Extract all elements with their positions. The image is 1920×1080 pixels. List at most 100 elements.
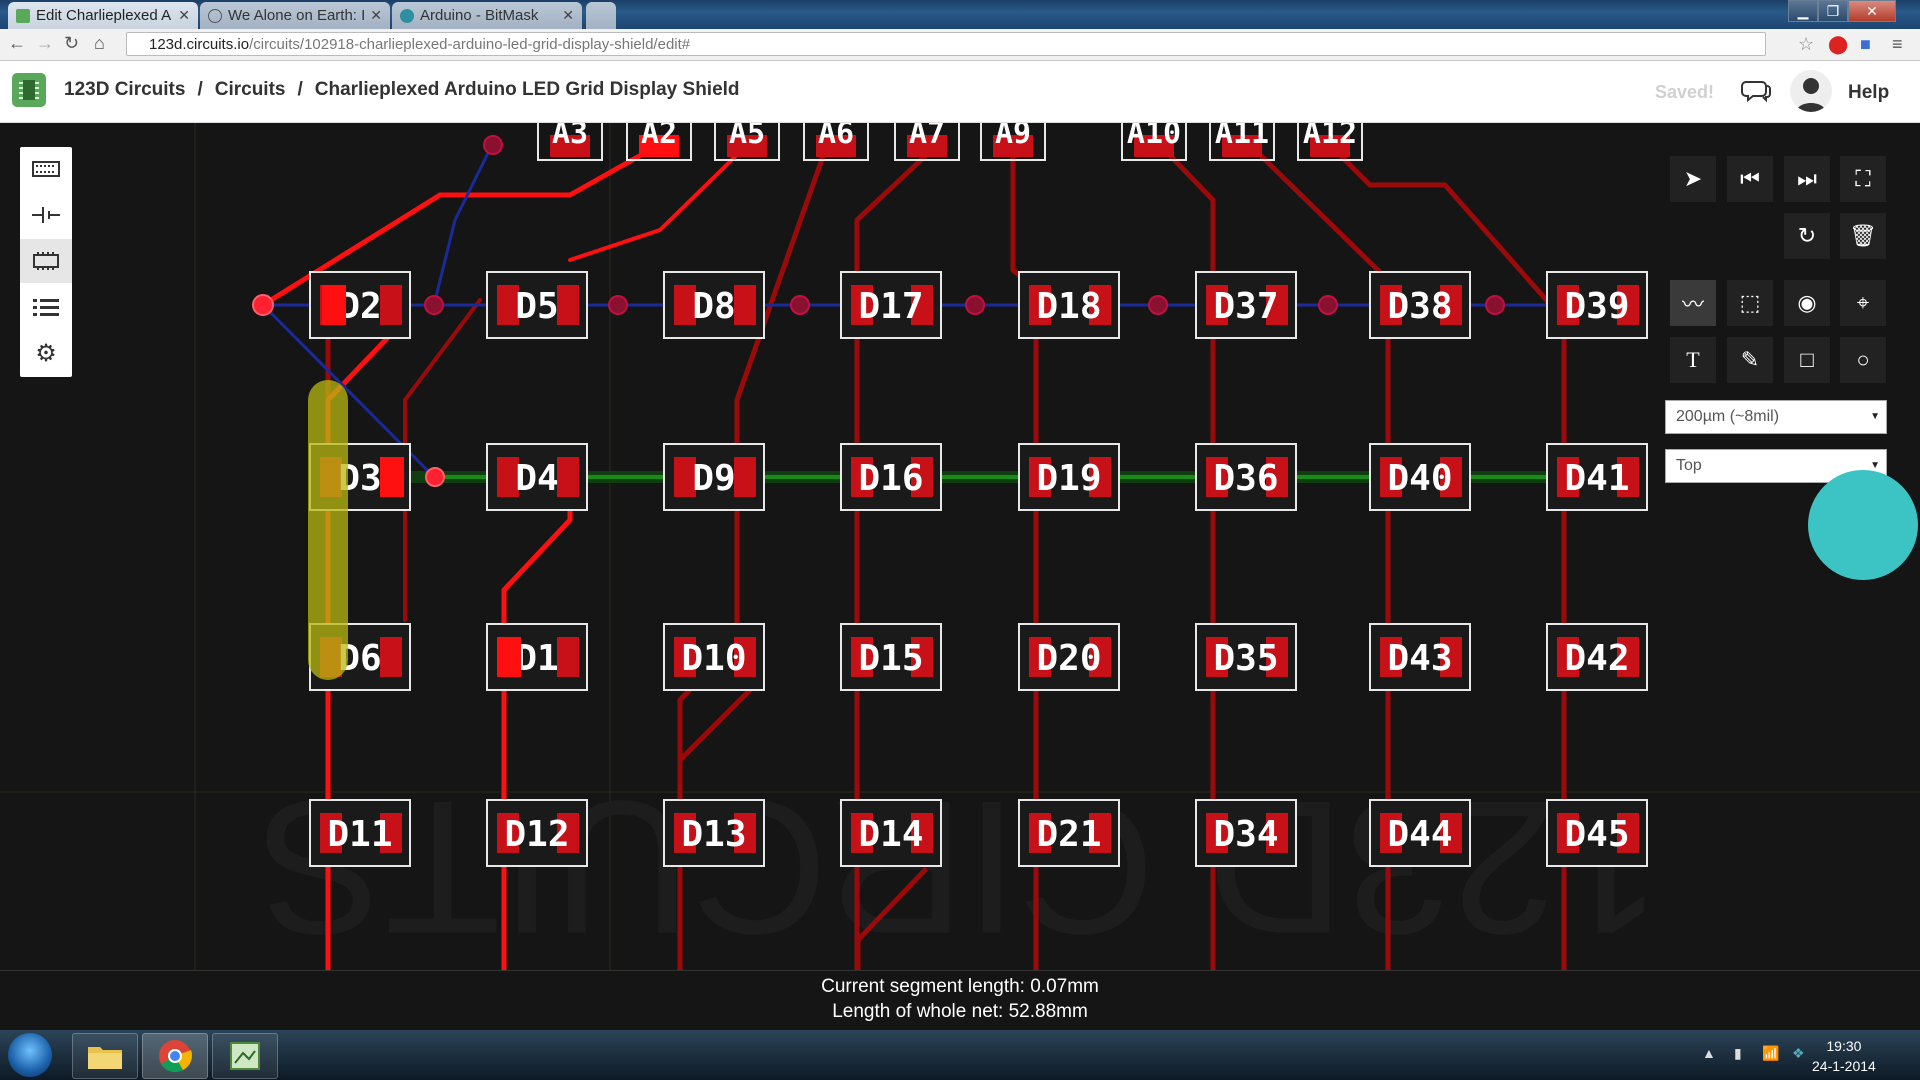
start-button[interactable] [8,1033,52,1077]
save-status: Saved! [1655,82,1715,102]
fit-screen-icon: ⛶ [1855,166,1871,191]
gear-icon: ⚙ [35,339,57,367]
status-bar: Current segment length: 0.07mm Length of… [0,970,1920,1030]
hole-tool-button[interactable]: ⌖ [1840,280,1886,326]
app-taskbar-button[interactable] [212,1033,278,1079]
explorer-taskbar-button[interactable] [72,1033,138,1079]
close-tab-icon[interactable]: ✕ [370,7,382,24]
settings-button[interactable]: ⚙ [20,331,72,375]
header-pin-a10: A10 [1121,122,1187,161]
skip-forward-icon: ⏭ [1797,166,1817,191]
application-icon [230,1042,260,1070]
led-label: D35 [1213,638,1278,679]
system-clock[interactable]: 19:30 24-1-2014 [1812,1036,1876,1076]
trace-width-select[interactable]: 200µm (~8mil) ▼ [1665,400,1887,434]
schematic-view-button[interactable] [20,193,72,237]
adblock-extension-icon[interactable]: ⬤ [1828,34,1848,55]
led-label: D14 [858,814,923,855]
step-forward-button[interactable]: ⏭ [1784,156,1830,202]
delete-button[interactable]: 🗑 [1840,213,1886,259]
comments-icon[interactable] [1740,78,1772,109]
user-avatar[interactable] [1790,70,1832,112]
net-length-text: Length of whole net: 52.88mm [832,1001,1088,1022]
pcb-view-button[interactable] [20,239,72,283]
tray-expand-icon[interactable]: ▲ [1702,1045,1716,1061]
back-arrow-icon[interactable]: ← [8,33,26,54]
browser-toolbar: ← → ↻ ⌂ 123d.circuits.io/circuits/102918… [0,29,1920,61]
close-tab-icon[interactable]: ✕ [178,7,190,24]
maximize-window-icon[interactable]: ❐ [1818,0,1848,22]
fit-to-screen-button[interactable]: ⛶ [1840,156,1886,202]
led-label: D41 [1564,458,1629,499]
via-tool-button[interactable]: ◉ [1784,280,1830,326]
via [483,135,503,155]
pcb-canvas[interactable]: 123D CIRCUITS A3 A2 A5 A6 A7 A9 A10 A11 A12 D2 D5 D… [0,122,1920,970]
route-trace-button[interactable]: 〰 [1670,280,1716,326]
123d-circuits-logo-icon[interactable] [12,73,46,107]
led-label: D38 [1387,286,1452,327]
extension-icon[interactable]: ■ [1860,34,1871,55]
chrome-icon [159,1040,193,1073]
pen-icon: ✎ [1740,347,1760,372]
led-label: D21 [1036,814,1101,855]
led-d8: D8 [663,271,765,339]
trace-icon: 〰 [1681,292,1704,317]
pen-tool-button[interactable]: ✎ [1727,337,1773,383]
led-pad [734,285,756,325]
led-label: D42 [1564,638,1629,679]
chrome-taskbar-button[interactable] [142,1033,208,1079]
forward-arrow-icon[interactable]: → [36,33,54,54]
tab-we-alone[interactable]: We Alone on Earth: I ✕ [200,2,390,29]
battery-icon[interactable]: ▮ [1734,1045,1742,1062]
chrome-menu-icon[interactable]: ≡ [1892,34,1903,55]
via [425,467,445,487]
pin-label: A2 [641,122,677,151]
rectangle-tool-button[interactable]: □ [1784,337,1830,383]
select-tool-button[interactable]: ➤ [1670,156,1716,202]
network-icon[interactable]: 📶 [1762,1045,1779,1062]
via-icon: ◉ [1797,290,1817,315]
pcb-board[interactable]: 123D CIRCUITS A3 A2 A5 A6 A7 A9 A10 A11 A12D2 D5 D… [0,122,1920,970]
reload-icon[interactable]: ↻ [64,33,79,54]
bookmark-star-icon[interactable]: ☆ [1798,34,1814,55]
led-d16: D16 [840,443,942,511]
minimize-window-icon[interactable]: ▁ [1788,0,1818,22]
dropbox-icon[interactable]: ❖ [1792,1045,1805,1062]
via [1318,295,1338,315]
led-d42: D42 [1546,623,1648,691]
arduino-favicon-icon [400,8,414,23]
breadboard-view-button[interactable] [20,147,72,191]
close-window-icon[interactable]: ✕ [1848,0,1896,22]
led-label: D36 [1213,458,1278,499]
led-d34: D34 [1195,799,1297,867]
led-d18: D18 [1018,271,1120,339]
tab-arduino-bitmask[interactable]: Arduino - BitMask ✕ [392,2,582,29]
led-label: D4 [515,458,558,499]
led-pad [557,637,579,677]
led-d10: D10 [663,623,765,691]
led-label: D11 [327,814,392,855]
breadcrumb-home-link[interactable]: 123D Circuits [64,79,185,100]
tab-edit-charlieplexed[interactable]: Edit Charlieplexed A ✕ [8,2,198,29]
home-icon[interactable]: ⌂ [94,33,105,54]
led-d9: D9 [663,443,765,511]
polygon-pour-button[interactable]: ⬚ [1727,280,1773,326]
led-d20: D20 [1018,623,1120,691]
breadcrumb-circuits-link[interactable]: Circuits [215,79,286,100]
step-back-button[interactable]: ⏮ [1727,156,1773,202]
led-label: D8 [692,286,735,327]
led-label: D45 [1564,814,1629,855]
help-link[interactable]: Help [1848,82,1889,104]
close-tab-icon[interactable]: ✕ [562,7,574,24]
circle-tool-button[interactable]: ○ [1840,337,1886,383]
clock-time: 19:30 [1826,1038,1862,1054]
url-bar[interactable]: 123d.circuits.io/circuits/102918-charlie… [126,32,1766,56]
skip-back-icon: ⏮ [1740,166,1760,191]
led-d21: D21 [1018,799,1120,867]
rotate-button[interactable]: ↻ [1784,213,1830,259]
tab-title: We Alone on Earth: I [228,7,365,24]
led-d4: D4 [486,443,588,511]
component-list-button[interactable] [20,285,72,329]
new-tab-button[interactable] [586,2,616,29]
text-tool-button[interactable]: T [1670,337,1716,383]
